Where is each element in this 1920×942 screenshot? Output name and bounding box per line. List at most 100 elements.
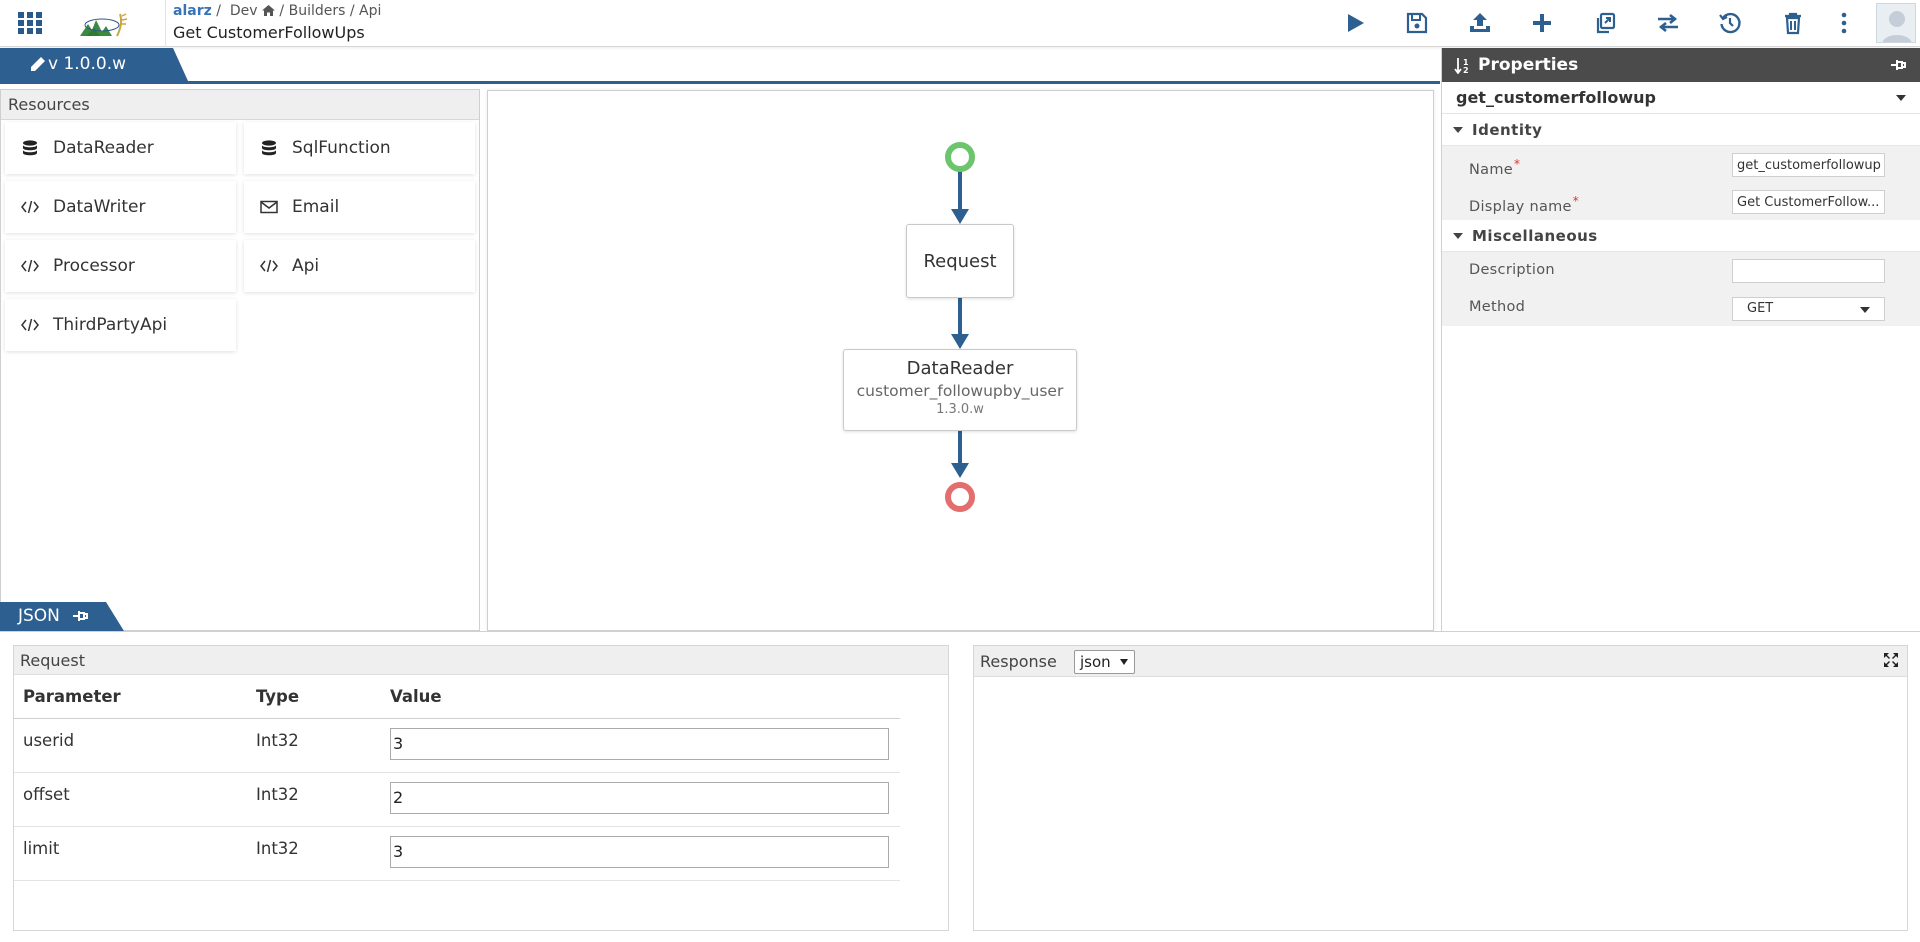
history-button[interactable]: [1716, 10, 1744, 36]
param-value-input[interactable]: [390, 835, 889, 868]
copy-icon: [1596, 12, 1616, 34]
header-divider: [165, 0, 166, 47]
resource-label: Email: [292, 197, 340, 217]
version-tab[interactable]: v 1.0.0.w: [0, 48, 188, 81]
table-header-row: Parameter Type Value: [14, 676, 900, 719]
history-icon: [1719, 12, 1741, 34]
end-node[interactable]: [945, 482, 975, 512]
chevron-down-icon: [1120, 659, 1128, 665]
properties-header: 12 Properties: [1442, 48, 1920, 82]
property-label: Method: [1469, 299, 1526, 315]
bottom-panel: Request Parameter Type Value userid Int3…: [0, 631, 1920, 942]
resource-datareader[interactable]: DataReader: [5, 122, 236, 174]
compare-button[interactable]: [1654, 10, 1682, 36]
category-miscellaneous[interactable]: Miscellaneous: [1442, 220, 1920, 252]
method-value: GET: [1747, 301, 1774, 316]
save-button[interactable]: [1403, 10, 1431, 36]
breadcrumb-env[interactable]: Dev: [230, 3, 258, 19]
pencil-icon: [31, 57, 45, 71]
property-label: Display name: [1469, 199, 1572, 215]
more-button[interactable]: [1836, 10, 1852, 36]
resource-thirdpartyapi[interactable]: ThirdPartyApi: [5, 299, 236, 351]
add-button[interactable]: [1528, 10, 1556, 36]
user-icon: [1882, 11, 1912, 42]
breadcrumb-api[interactable]: Api: [359, 3, 381, 19]
object-name: get_customerfollowup: [1456, 88, 1656, 107]
play-button[interactable]: [1341, 10, 1369, 36]
request-panel: Request Parameter Type Value userid Int3…: [13, 645, 949, 931]
method-select[interactable]: GET: [1732, 297, 1885, 321]
resource-sqlfunction[interactable]: SqlFunction: [244, 122, 475, 174]
name-input[interactable]: [1732, 153, 1885, 177]
param-value-input[interactable]: [390, 781, 889, 814]
properties-title: Properties: [1478, 55, 1579, 75]
collapse-triangle-icon: [1453, 127, 1463, 133]
properties-panel: 12 Properties get_customerfollowup Ident…: [1441, 48, 1920, 631]
upload-icon: [1470, 13, 1490, 32]
apps-grid-icon[interactable]: [18, 12, 42, 34]
category-label: Identity: [1472, 121, 1543, 139]
arrow-head: [951, 209, 969, 224]
publish-button[interactable]: [1466, 10, 1494, 36]
column-header: Type: [247, 676, 381, 719]
table-row: limit Int32: [14, 826, 900, 881]
node-title: DataReader: [906, 358, 1014, 379]
breadcrumb-org[interactable]: alarz: [173, 3, 212, 19]
company-logo: [80, 13, 128, 37]
resource-email[interactable]: Email: [244, 181, 475, 233]
response-panel: Response json: [973, 645, 1908, 931]
tab-underline: [0, 81, 1440, 84]
response-format-select[interactable]: json: [1074, 650, 1135, 674]
pin-icon: [73, 611, 88, 621]
top-bar: alarz / Dev / Builders / Api Get Custome…: [0, 0, 1920, 47]
start-node[interactable]: [945, 142, 975, 172]
property-name: Name*: [1442, 146, 1920, 183]
param-name: userid: [14, 718, 247, 773]
resource-label: DataWriter: [53, 197, 146, 217]
object-selector[interactable]: get_customerfollowup: [1442, 82, 1920, 114]
category-identity[interactable]: Identity: [1442, 114, 1920, 146]
node-resource-name: customer_followupby_user: [856, 382, 1064, 400]
resource-processor[interactable]: Processor: [5, 240, 236, 292]
clone-button[interactable]: [1591, 10, 1619, 36]
more-icon: [1841, 12, 1847, 34]
response-header: Response json: [974, 646, 1907, 677]
description-input[interactable]: [1732, 259, 1885, 283]
plus-icon: [1533, 14, 1551, 32]
resource-label: DataReader: [53, 138, 154, 158]
delete-button[interactable]: [1779, 10, 1807, 36]
request-node[interactable]: Request: [906, 224, 1014, 298]
resources-header: Resources: [1, 90, 479, 120]
param-value-input[interactable]: [390, 727, 889, 760]
display-name-input[interactable]: [1732, 190, 1885, 214]
breadcrumb-builders[interactable]: Builders: [289, 3, 346, 19]
resource-label: Api: [292, 256, 320, 276]
table-row: userid Int32: [14, 718, 900, 773]
arrow-head: [951, 463, 969, 478]
flow-canvas[interactable]: Request DataReader customer_followupby_u…: [487, 90, 1434, 631]
code-icon: [21, 318, 39, 332]
sort-icon[interactable]: 12: [1454, 57, 1472, 74]
user-avatar[interactable]: [1876, 3, 1916, 43]
resource-datawriter[interactable]: DataWriter: [5, 181, 236, 233]
property-label: Name: [1469, 162, 1513, 178]
database-icon: [23, 140, 37, 156]
resource-api[interactable]: Api: [244, 240, 475, 292]
param-type: Int32: [247, 826, 381, 881]
expand-icon[interactable]: [1883, 652, 1899, 668]
play-icon: [1348, 14, 1364, 32]
resource-label: Processor: [53, 256, 135, 276]
required-marker: *: [1513, 157, 1521, 171]
resource-label: SqlFunction: [292, 138, 391, 158]
category-label: Miscellaneous: [1472, 227, 1598, 245]
envelope-icon: [260, 200, 278, 214]
request-node-label: Request: [923, 251, 997, 272]
json-tab[interactable]: JSON: [0, 602, 124, 631]
page-title: Get CustomerFollowUps: [173, 23, 365, 42]
home-icon[interactable]: [261, 5, 275, 16]
datareader-node[interactable]: DataReader customer_followupby_user 1.3.…: [843, 349, 1077, 431]
pin-icon[interactable]: [1890, 58, 1906, 72]
param-type: Int32: [247, 718, 381, 773]
property-description: Description: [1442, 252, 1920, 289]
version-tab-strip: v 1.0.0.w: [0, 48, 1440, 84]
